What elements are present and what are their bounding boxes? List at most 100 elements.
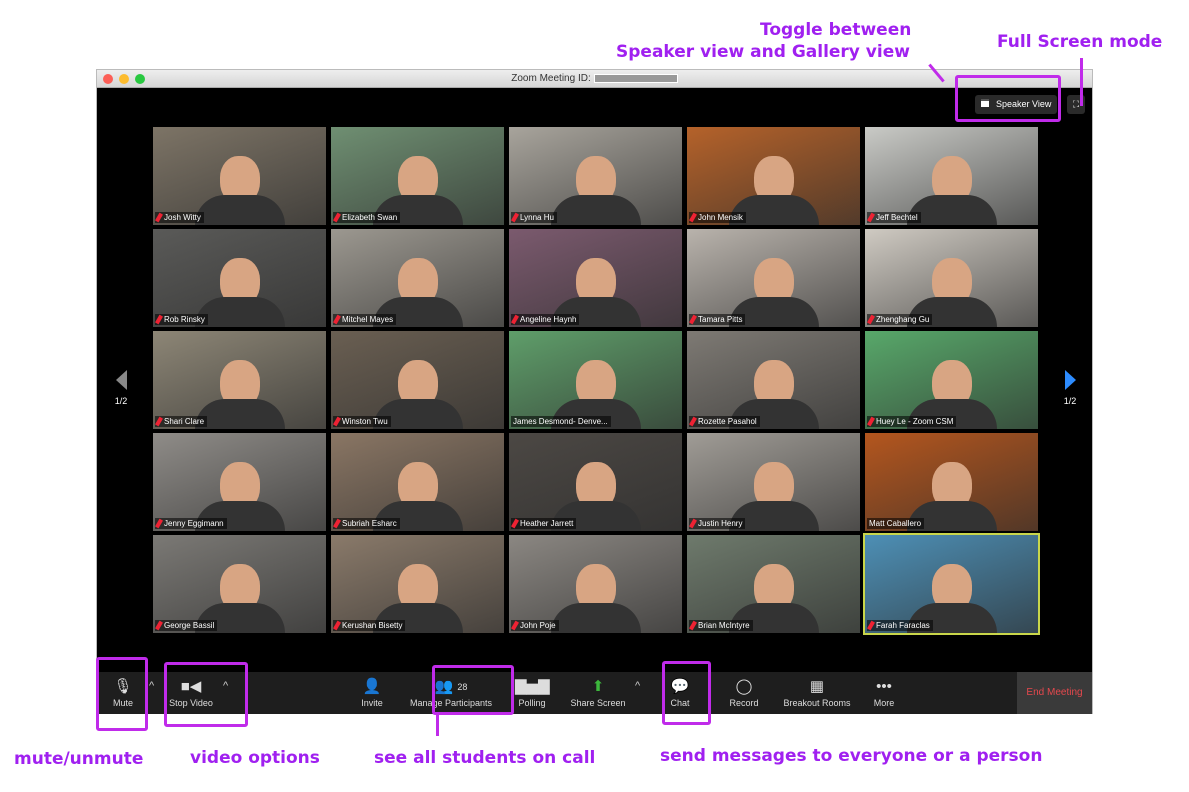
expand-icon: ⛶ xyxy=(1072,99,1080,109)
record-button[interactable]: ◯ Record xyxy=(727,672,761,714)
participant-name-label: Kerushan Bisetty xyxy=(333,620,406,631)
participant-name-label: Lynna Hu xyxy=(511,212,557,223)
participant-name-label: Jeff Bechtel xyxy=(867,212,921,223)
polling-button[interactable]: ▇▅▇ Polling xyxy=(515,672,550,714)
participant-tile[interactable]: Subriah Esharc xyxy=(331,433,504,531)
participant-body xyxy=(194,399,285,429)
participant-tile[interactable]: Justin Henry xyxy=(687,433,860,531)
mic-muted-icon xyxy=(155,620,163,631)
participant-body xyxy=(550,603,641,633)
pointer-fullscreen xyxy=(1080,58,1083,106)
mic-muted-icon xyxy=(333,620,341,631)
participant-name-label: James Desmond- Denve... xyxy=(511,416,611,427)
participant-tile[interactable]: Lynna Hu xyxy=(509,127,682,225)
mic-muted-icon xyxy=(333,314,341,325)
participant-body xyxy=(550,195,641,225)
highlight-speaker-view xyxy=(955,75,1061,122)
participant-tile[interactable]: Brian McIntyre xyxy=(687,535,860,633)
participant-tile[interactable]: Matt Caballero xyxy=(865,433,1038,531)
mic-muted-icon xyxy=(333,416,341,427)
participant-name-label: Matt Caballero xyxy=(867,518,925,529)
more-button[interactable]: ••• More xyxy=(869,672,899,714)
audio-options-caret[interactable]: ^ xyxy=(149,680,154,692)
participant-tile[interactable]: George Bassil xyxy=(153,535,326,633)
participant-name-label: George Bassil xyxy=(155,620,218,631)
participant-tile[interactable]: Rob Rinsky xyxy=(153,229,326,327)
bar-chart-icon: ▇▅▇ xyxy=(515,678,550,695)
grid-icon: ▦ xyxy=(809,678,825,695)
participant-tile[interactable]: Elizabeth Swan xyxy=(331,127,504,225)
mic-muted-icon xyxy=(333,212,341,223)
mic-muted-icon xyxy=(689,620,697,631)
participant-name-label: Heather Jarrett xyxy=(511,518,577,529)
participant-tile[interactable]: Angeline Haynh xyxy=(509,229,682,327)
participant-tile[interactable]: James Desmond- Denve... xyxy=(509,331,682,429)
participant-tile[interactable]: Zhenghang Gu xyxy=(865,229,1038,327)
participant-tile[interactable]: Josh Witty xyxy=(153,127,326,225)
mic-muted-icon xyxy=(511,212,519,223)
participant-tile[interactable]: Farah Faraclas xyxy=(863,533,1040,635)
mic-muted-icon xyxy=(867,416,875,427)
participant-tile[interactable]: John Poje xyxy=(509,535,682,633)
participant-name-label: Josh Witty xyxy=(155,212,204,223)
mic-muted-icon xyxy=(689,212,697,223)
participant-body xyxy=(194,195,285,225)
highlight-participants xyxy=(432,665,514,715)
share-options-caret[interactable]: ^ xyxy=(635,680,640,692)
share-screen-button[interactable]: ⬆ Share Screen xyxy=(567,672,629,714)
annotation-mute: mute/unmute xyxy=(14,749,144,769)
participant-tile[interactable]: Huey Le - Zoom CSM xyxy=(865,331,1038,429)
annotation-fullscreen: Full Screen mode xyxy=(997,32,1163,52)
participant-tile[interactable]: Jeff Bechtel xyxy=(865,127,1038,225)
mic-muted-icon xyxy=(511,314,519,325)
participant-tile[interactable]: John Mensik xyxy=(687,127,860,225)
participant-name-label: John Mensik xyxy=(689,212,746,223)
meeting-id-redacted xyxy=(593,73,678,83)
participant-name-label: Shari Clare xyxy=(155,416,208,427)
gallery-grid: Josh Witty Elizabeth Swan Lynna Hu John … xyxy=(153,127,1040,635)
highlight-chat xyxy=(662,661,711,725)
mic-muted-icon xyxy=(155,518,163,529)
highlight-mute xyxy=(96,657,148,731)
participant-name-label: Angeline Haynh xyxy=(511,314,580,325)
participant-tile[interactable]: Jenny Eggimann xyxy=(153,433,326,531)
annotation-toggle-1: Toggle between xyxy=(760,20,912,40)
participant-tile[interactable]: Winston Twu xyxy=(331,331,504,429)
participant-tile[interactable]: Heather Jarrett xyxy=(509,433,682,531)
arrow-left-icon xyxy=(115,370,127,390)
participant-tile[interactable]: Kerushan Bisetty xyxy=(331,535,504,633)
zoom-window: Zoom Meeting ID: Speaker View ⛶ 1/2 1/2 … xyxy=(96,69,1093,714)
mic-muted-icon xyxy=(867,212,875,223)
next-page-button[interactable]: 1/2 xyxy=(1058,370,1082,406)
participant-name-label: John Poje xyxy=(511,620,559,631)
breakout-rooms-button[interactable]: ▦ Breakout Rooms xyxy=(781,672,853,714)
mic-muted-icon xyxy=(155,416,163,427)
participant-tile[interactable]: Tamara Pitts xyxy=(687,229,860,327)
annotation-participants: see all students on call xyxy=(374,748,596,768)
invite-button[interactable]: 👤 Invite xyxy=(355,672,389,714)
participant-name-label: Jenny Eggimann xyxy=(155,518,227,529)
participant-name-label: Mitchel Mayes xyxy=(333,314,397,325)
mic-muted-icon xyxy=(155,212,163,223)
participant-name-label: Subriah Esharc xyxy=(333,518,400,529)
participant-tile[interactable]: Rozette Pasahol xyxy=(687,331,860,429)
mic-muted-icon xyxy=(689,416,697,427)
mic-muted-icon xyxy=(511,620,519,631)
end-meeting-button[interactable]: End Meeting xyxy=(1017,672,1092,714)
participant-name-label: Huey Le - Zoom CSM xyxy=(867,416,957,427)
participant-name-label: Justin Henry xyxy=(689,518,746,529)
more-dots-icon: ••• xyxy=(876,678,892,695)
participant-name-label: Rozette Pasahol xyxy=(689,416,760,427)
prev-page-button[interactable]: 1/2 xyxy=(109,370,133,406)
annotation-chat: send messages to everyone or a person xyxy=(660,746,1043,766)
arrow-right-icon xyxy=(1064,370,1076,390)
mic-muted-icon xyxy=(333,518,341,529)
pointer-participants xyxy=(436,714,439,736)
participant-tile[interactable]: Mitchel Mayes xyxy=(331,229,504,327)
mic-muted-icon xyxy=(689,314,697,325)
annotation-toggle-2: Speaker view and Gallery view xyxy=(616,42,910,62)
participant-tile[interactable]: Shari Clare xyxy=(153,331,326,429)
record-icon: ◯ xyxy=(735,678,753,695)
mic-muted-icon xyxy=(867,314,875,325)
participant-name-label: Elizabeth Swan xyxy=(333,212,401,223)
